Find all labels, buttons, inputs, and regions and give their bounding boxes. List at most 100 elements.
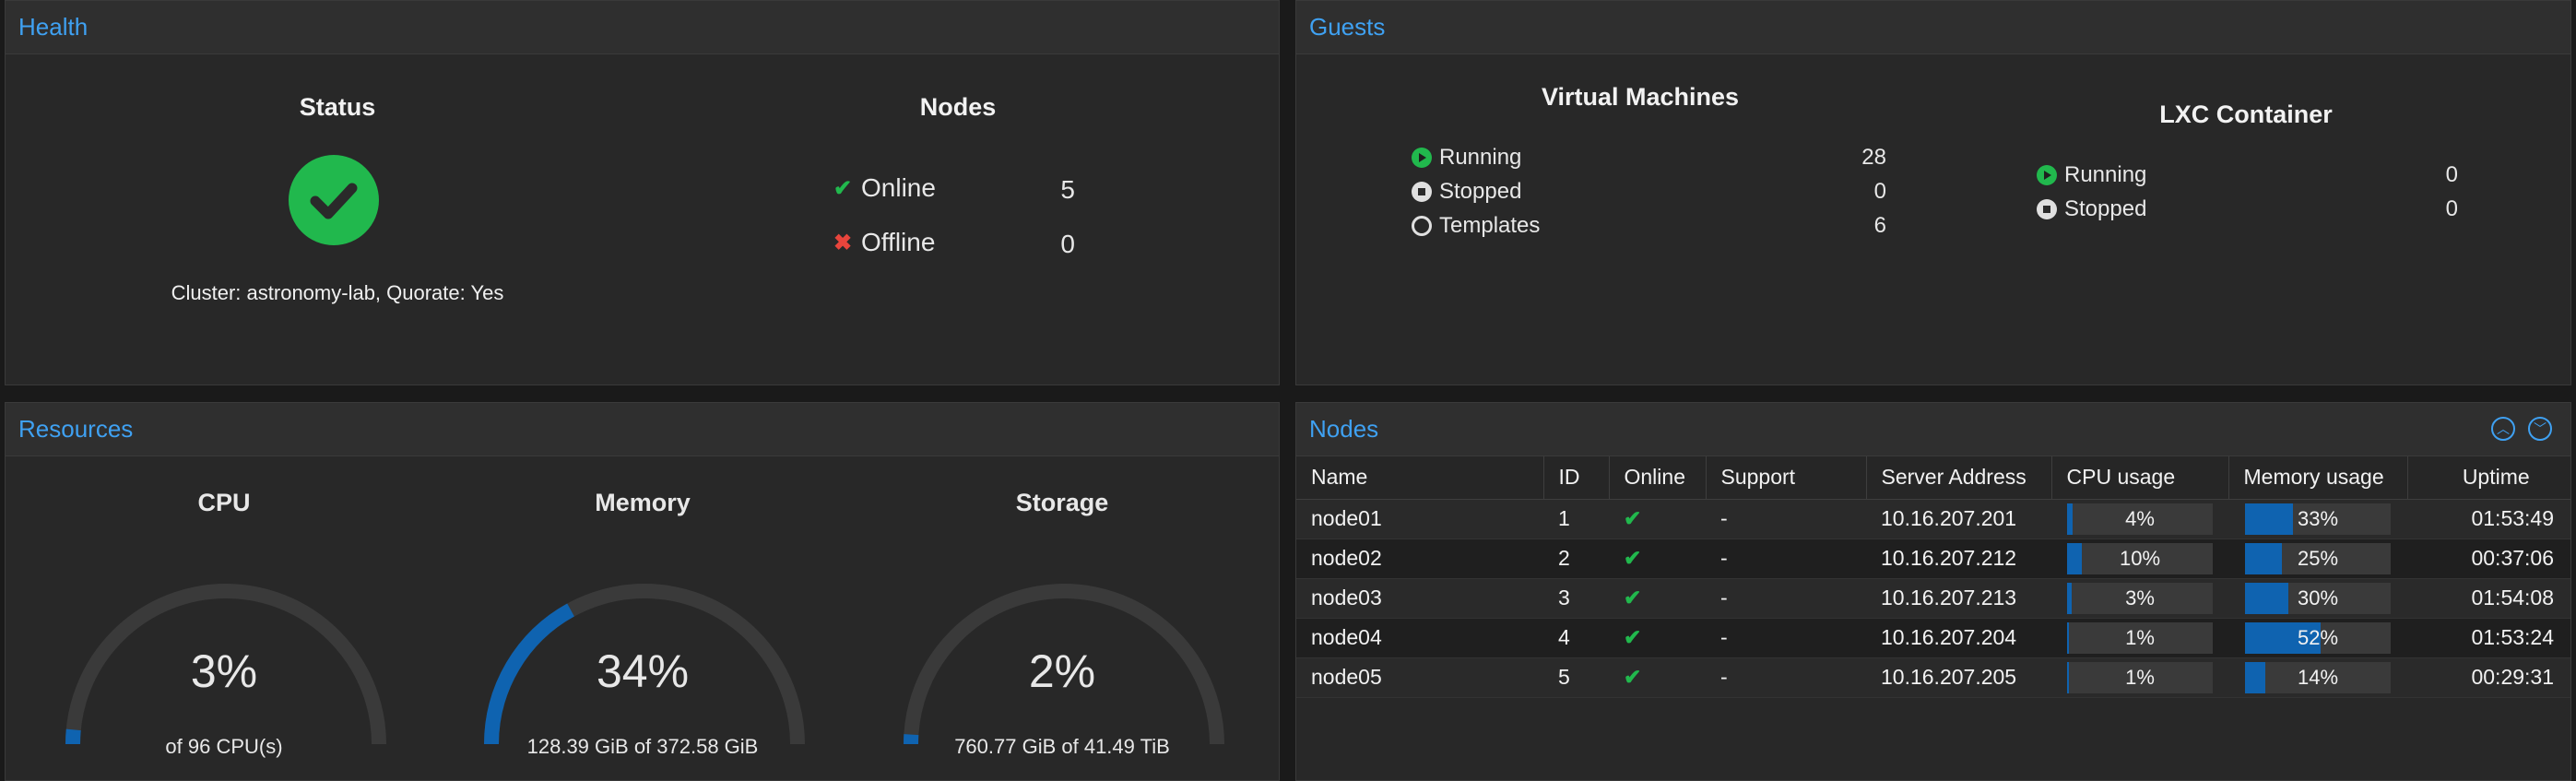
vm-running-row: Running: [1412, 145, 1521, 171]
memory-gauge-title: Memory: [595, 489, 691, 516]
column-header-id[interactable]: ID: [1543, 456, 1610, 500]
memory-usage-value: 14%: [2297, 665, 2339, 689]
vm-heading: Virtual Machines: [1541, 83, 1740, 111]
column-header-server-address[interactable]: Server Address: [1866, 456, 2052, 500]
node-uptime: 01:53:49: [2407, 499, 2570, 539]
memory-usage-value: 52%: [2297, 625, 2339, 649]
template-icon: [1412, 216, 1432, 236]
node-id: 2: [1543, 538, 1609, 579]
node-address: 10.16.207.204: [1866, 618, 2051, 658]
cpu-usage-value: 3%: [2125, 586, 2155, 609]
nodes-table: Name ID Online Support Server Address CP…: [1296, 456, 2570, 698]
lxc-stopped-count: 0: [2445, 196, 2458, 221]
stop-icon: [1412, 182, 1432, 202]
cpu-percent: 3%: [190, 645, 258, 697]
cpu-detail: of 96 CPU(s): [165, 735, 283, 758]
vm-templates-label: Templates: [1439, 213, 1541, 238]
column-header-online[interactable]: Online: [1609, 456, 1707, 500]
memory-usage-value: 25%: [2297, 546, 2339, 570]
column-header-uptime[interactable]: Uptime: [2407, 456, 2570, 500]
storage-gauge-title: Storage: [1015, 489, 1109, 516]
node-support: -: [1706, 618, 1866, 658]
node-name: node05: [1296, 657, 1543, 698]
nodes-heading: Nodes: [919, 93, 997, 121]
storage-percent: 2%: [1028, 645, 1096, 697]
table-row[interactable]: node05 5 ✔ - 10.16.207.205 1% 14% 00:29:…: [1296, 657, 2570, 698]
cpu-usage-value: 10%: [2119, 546, 2161, 570]
cpu-usage-value: 4%: [2125, 506, 2155, 530]
vm-running-count: 28: [1861, 145, 1886, 170]
lxc-stopped-label: Stopped: [2064, 196, 2147, 221]
panel-title: Nodes: [1309, 415, 1379, 443]
vm-running-label: Running: [1439, 145, 1522, 170]
memory-usage-bar: 30%: [2245, 582, 2391, 614]
column-header-cpu-usage[interactable]: CPU usage: [2051, 456, 2229, 500]
nodes-panel-header: Nodes: [1296, 403, 2570, 456]
node-name: node04: [1296, 618, 1543, 658]
node-name: node03: [1296, 578, 1543, 619]
node-name: node01: [1296, 499, 1543, 539]
column-header-support[interactable]: Support: [1706, 456, 1867, 500]
vm-templates-count: 6: [1873, 213, 1886, 238]
memory-usage-bar: 14%: [2245, 661, 2391, 693]
table-row[interactable]: node03 3 ✔ - 10.16.207.213 3% 30% 01:54:…: [1296, 578, 2570, 619]
offline-label: Offline: [861, 228, 936, 256]
node-uptime: 00:29:31: [2407, 657, 2570, 698]
node-support: -: [1706, 578, 1866, 619]
play-icon: [1412, 148, 1432, 168]
node-name: node02: [1296, 538, 1543, 579]
check-icon: ✔: [833, 175, 853, 201]
table-row[interactable]: node02 2 ✔ - 10.16.207.212 10% 25% 00:37…: [1296, 538, 2570, 579]
cpu-usage-value: 1%: [2125, 665, 2155, 689]
lxc-heading: LXC Container: [2159, 101, 2333, 128]
cpu-gauge-title: CPU: [197, 489, 251, 516]
node-support: -: [1706, 499, 1866, 539]
online-check-icon: ✔: [1609, 499, 1706, 539]
panel-title: Resources: [18, 415, 134, 443]
cpu-usage-bar: 1%: [2067, 661, 2213, 693]
node-address: 10.16.207.205: [1866, 657, 2051, 698]
table-row[interactable]: node04 4 ✔ - 10.16.207.204 1% 52% 01:53:…: [1296, 618, 2570, 658]
node-address: 10.16.207.212: [1866, 538, 2051, 579]
node-uptime: 01:54:08: [2407, 578, 2570, 619]
memory-percent: 34%: [596, 645, 690, 697]
offline-count: 0: [1060, 230, 1075, 258]
expand-down-icon[interactable]: ﹀: [2528, 417, 2552, 441]
column-header-name[interactable]: Name: [1296, 456, 1544, 500]
stop-icon: [2037, 199, 2057, 219]
cross-icon: ✖: [833, 230, 853, 255]
cpu-usage-bar: 4%: [2067, 503, 2213, 535]
node-support: -: [1706, 538, 1866, 579]
vm-stopped-label: Stopped: [1439, 179, 1522, 204]
node-id: 5: [1543, 657, 1609, 698]
memory-usage-bar: 33%: [2245, 503, 2391, 535]
guests-panel-header: Guests: [1296, 1, 2570, 54]
node-support: -: [1706, 657, 1866, 698]
node-id: 1: [1543, 499, 1609, 539]
play-icon: [2037, 165, 2057, 185]
vm-stopped-count: 0: [1873, 179, 1886, 204]
lxc-running-count: 0: [2445, 162, 2458, 187]
cpu-usage-bar: 10%: [2067, 542, 2213, 574]
table-row[interactable]: node01 1 ✔ - 10.16.207.201 4% 33% 01:53:…: [1296, 499, 2570, 539]
health-panel: Health Status Cluster: astronomy-lab, Qu…: [5, 0, 1280, 385]
memory-detail: 128.39 GiB of 372.58 GiB: [526, 735, 759, 758]
lxc-running-label: Running: [2064, 162, 2147, 187]
resources-panel: Resources CPU 3% of 96 CPU(s) Memory 34%…: [5, 402, 1280, 781]
health-panel-header: Health: [6, 1, 1279, 54]
online-count: 5: [1060, 175, 1075, 204]
online-check-icon: ✔: [1609, 657, 1706, 698]
node-uptime: 00:37:06: [2407, 538, 2570, 579]
memory-usage-value: 33%: [2297, 506, 2339, 530]
status-heading: Status: [299, 93, 376, 121]
nodes-panel: Nodes ︿ ﹀ Name ID Online Support Server …: [1295, 402, 2571, 781]
column-header-memory-usage[interactable]: Memory usage: [2228, 456, 2408, 500]
cpu-usage-value: 1%: [2125, 625, 2155, 649]
cluster-info: Cluster: astronomy-lab, Quorate: Yes: [171, 281, 504, 304]
memory-usage-bar: 25%: [2245, 542, 2391, 574]
node-id: 3: [1543, 578, 1609, 619]
lxc-running-row: Running: [2037, 162, 2146, 188]
online-check-icon: ✔: [1609, 538, 1706, 579]
collapse-up-icon[interactable]: ︿: [2491, 417, 2515, 441]
resources-panel-header: Resources: [6, 403, 1279, 456]
